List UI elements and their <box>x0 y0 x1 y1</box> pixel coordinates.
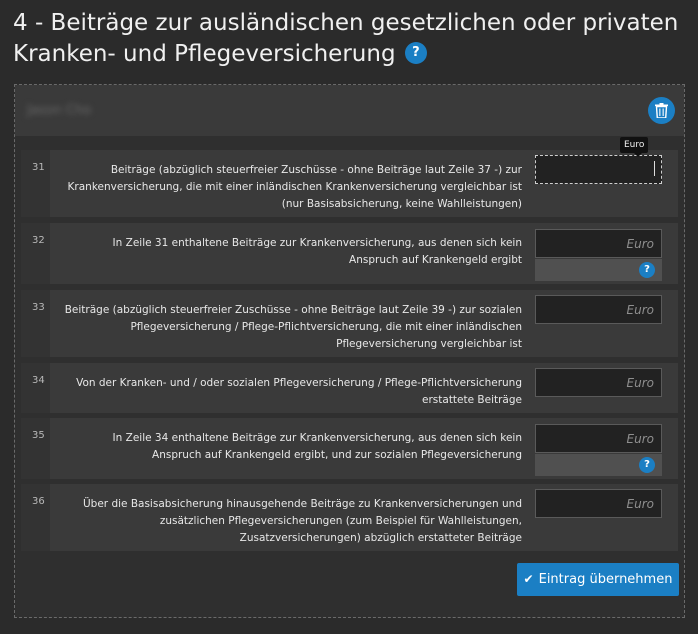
row-label: Beiträge (abzüglich steuerfreier Zuschüs… <box>64 304 522 350</box>
row-number: 31 <box>32 162 45 173</box>
row-34: 34 Von der Kranken- und / oder sozialen … <box>21 363 678 413</box>
row-31: 31 Beiträge (abzüglich steuerfreier Zusc… <box>21 150 678 217</box>
row-35: 35 In Zeile 34 enthaltene Beiträge zur K… <box>21 418 678 479</box>
help-icon[interactable]: ? <box>639 457 655 473</box>
check-icon: ✔ <box>523 572 534 586</box>
row-33: 33 Beiträge (abzüglich steuerfreier Zusc… <box>21 290 678 357</box>
row-36: 36 Über die Basisabsicherung hinausgehen… <box>21 484 678 551</box>
row-label: Von der Kranken- und / oder sozialen Pfl… <box>76 377 522 406</box>
row-number: 34 <box>32 375 45 386</box>
row-number-column: 32 <box>21 223 50 284</box>
amount-input-31[interactable] <box>535 155 662 184</box>
delete-button[interactable] <box>648 97 675 124</box>
submit-entry-button[interactable]: ✔ Eintrag übernehmen <box>517 563 679 596</box>
row-32: 32 In Zeile 31 enthaltene Beiträge zur K… <box>21 223 678 284</box>
currency-tooltip: Euro <box>620 137 649 157</box>
help-icon[interactable]: ? <box>404 41 427 64</box>
hint-strip: ? <box>535 454 662 476</box>
amount-input-36[interactable] <box>535 489 662 518</box>
row-number-column: 35 <box>21 418 50 479</box>
amount-input-35[interactable] <box>535 424 662 453</box>
row-number: 32 <box>32 235 45 246</box>
row-number-column: 36 <box>21 484 50 551</box>
submit-entry-label: Eintrag übernehmen <box>538 572 673 587</box>
person-name: Jason Cho <box>27 103 92 118</box>
panel-header: Jason Cho <box>15 85 684 136</box>
trash-icon <box>655 103 668 118</box>
row-number: 36 <box>32 496 45 507</box>
page-title-text: 4 - Beiträge zur ausländischen gesetzlic… <box>13 10 679 67</box>
hint-strip: ? <box>535 259 662 281</box>
row-label: Über die Basisabsicherung hinausgehende … <box>82 498 522 544</box>
text-caret <box>654 161 655 176</box>
row-label: Beiträge (abzüglich steuerfreier Zuschüs… <box>67 164 522 210</box>
row-number: 33 <box>32 302 45 313</box>
help-icon[interactable]: ? <box>639 262 655 278</box>
row-number-column: 31 <box>21 150 50 217</box>
amount-input-33[interactable] <box>535 295 662 324</box>
row-label: In Zeile 34 enthaltene Beiträge zur Kran… <box>112 432 522 461</box>
page-title: 4 - Beiträge zur ausländischen gesetzlic… <box>13 8 683 70</box>
amount-input-34[interactable] <box>535 368 662 397</box>
row-label: In Zeile 31 enthaltene Beiträge zur Kran… <box>112 237 522 266</box>
amount-input-32[interactable] <box>535 229 662 258</box>
row-number-column: 34 <box>21 363 50 413</box>
person-panel: Jason Cho 31 Beiträge (abzüglich steuerf… <box>14 84 685 618</box>
row-number-column: 33 <box>21 290 50 357</box>
row-number: 35 <box>32 430 45 441</box>
